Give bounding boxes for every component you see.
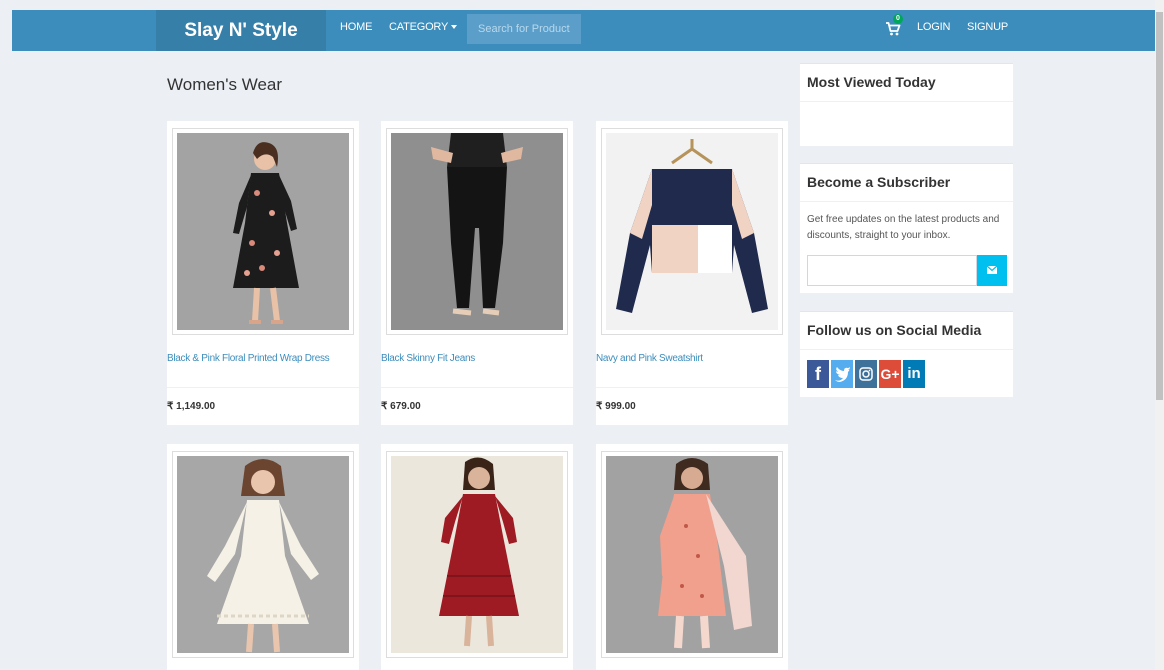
- google-plus-icon[interactable]: G+: [879, 360, 901, 388]
- subscriber-description: Get free updates on the latest products …: [807, 214, 1000, 241]
- product-photo-skinny-jeans: [391, 133, 563, 330]
- product-card[interactable]: [381, 444, 573, 670]
- product-image[interactable]: [172, 451, 354, 658]
- search-input[interactable]: [467, 14, 581, 44]
- product-name-link[interactable]: Navy and Pink Sweatshirt: [596, 353, 703, 364]
- product-image[interactable]: [386, 128, 568, 335]
- card-divider: [381, 387, 573, 388]
- social-media-box: Follow us on Social Media f G+ in: [800, 311, 1013, 397]
- subscriber-email-input[interactable]: [807, 255, 977, 286]
- product-photo-red-dress: [391, 456, 563, 653]
- product-card[interactable]: [596, 444, 788, 670]
- product-photo-floral-dress: [177, 133, 349, 330]
- scrollbar-thumb[interactable]: [1156, 12, 1163, 400]
- nav-home-link[interactable]: HOME: [340, 10, 372, 51]
- subscribe-button[interactable]: [977, 255, 1007, 286]
- product-name-link[interactable]: Black & Pink Floral Printed Wrap Dress: [167, 353, 330, 364]
- product-photo-white-dress: [177, 456, 349, 653]
- instagram-icon[interactable]: [855, 360, 877, 388]
- product-image[interactable]: [386, 451, 568, 658]
- social-media-title: Follow us on Social Media: [800, 312, 1013, 350]
- most-viewed-title: Most Viewed Today: [800, 64, 1013, 102]
- product-image[interactable]: [172, 128, 354, 335]
- page-title: Women's Wear: [167, 75, 283, 94]
- page-scrollbar[interactable]: [1155, 0, 1164, 670]
- signup-link[interactable]: SIGNUP: [967, 10, 1008, 51]
- product-name-link[interactable]: Black Skinny Fit Jeans: [381, 353, 475, 364]
- nav-category-label: CATEGORY: [389, 21, 449, 33]
- card-divider: [167, 387, 359, 388]
- linkedin-icon[interactable]: in: [903, 360, 925, 388]
- cart-count-badge: 0: [893, 14, 903, 24]
- facebook-icon[interactable]: f: [807, 360, 829, 388]
- login-link[interactable]: LOGIN: [917, 10, 950, 51]
- nav-category-dropdown[interactable]: CATEGORY: [389, 10, 458, 51]
- product-card[interactable]: Navy and Pink Sweatshirt ₹ 999.00: [596, 121, 788, 425]
- product-card[interactable]: Black & Pink Floral Printed Wrap Dress ₹…: [167, 121, 359, 425]
- top-navbar: Slay N' Style HOME CATEGORY 0 LOGIN SIGN…: [12, 10, 1155, 51]
- product-photo-kurta-set: [606, 456, 778, 653]
- card-divider: [596, 387, 788, 388]
- product-image[interactable]: [601, 128, 783, 335]
- brand-logo[interactable]: Slay N' Style: [156, 10, 326, 51]
- product-card[interactable]: Black Skinny Fit Jeans ₹ 679.00: [381, 121, 573, 425]
- twitter-icon[interactable]: [831, 360, 853, 388]
- caret-down-icon: [451, 25, 458, 30]
- product-image[interactable]: [601, 451, 783, 658]
- product-price: ₹ 999.00: [596, 401, 636, 412]
- most-viewed-box: Most Viewed Today: [800, 63, 1013, 146]
- product-card[interactable]: [167, 444, 359, 670]
- product-photo-sweatshirt: [606, 133, 778, 330]
- product-price: ₹ 679.00: [381, 401, 421, 412]
- subscriber-box: Become a Subscriber Get free updates on …: [800, 163, 1013, 293]
- envelope-icon: [986, 265, 998, 274]
- product-price: ₹ 1,149.00: [167, 401, 216, 412]
- subscriber-title: Become a Subscriber: [800, 164, 1013, 202]
